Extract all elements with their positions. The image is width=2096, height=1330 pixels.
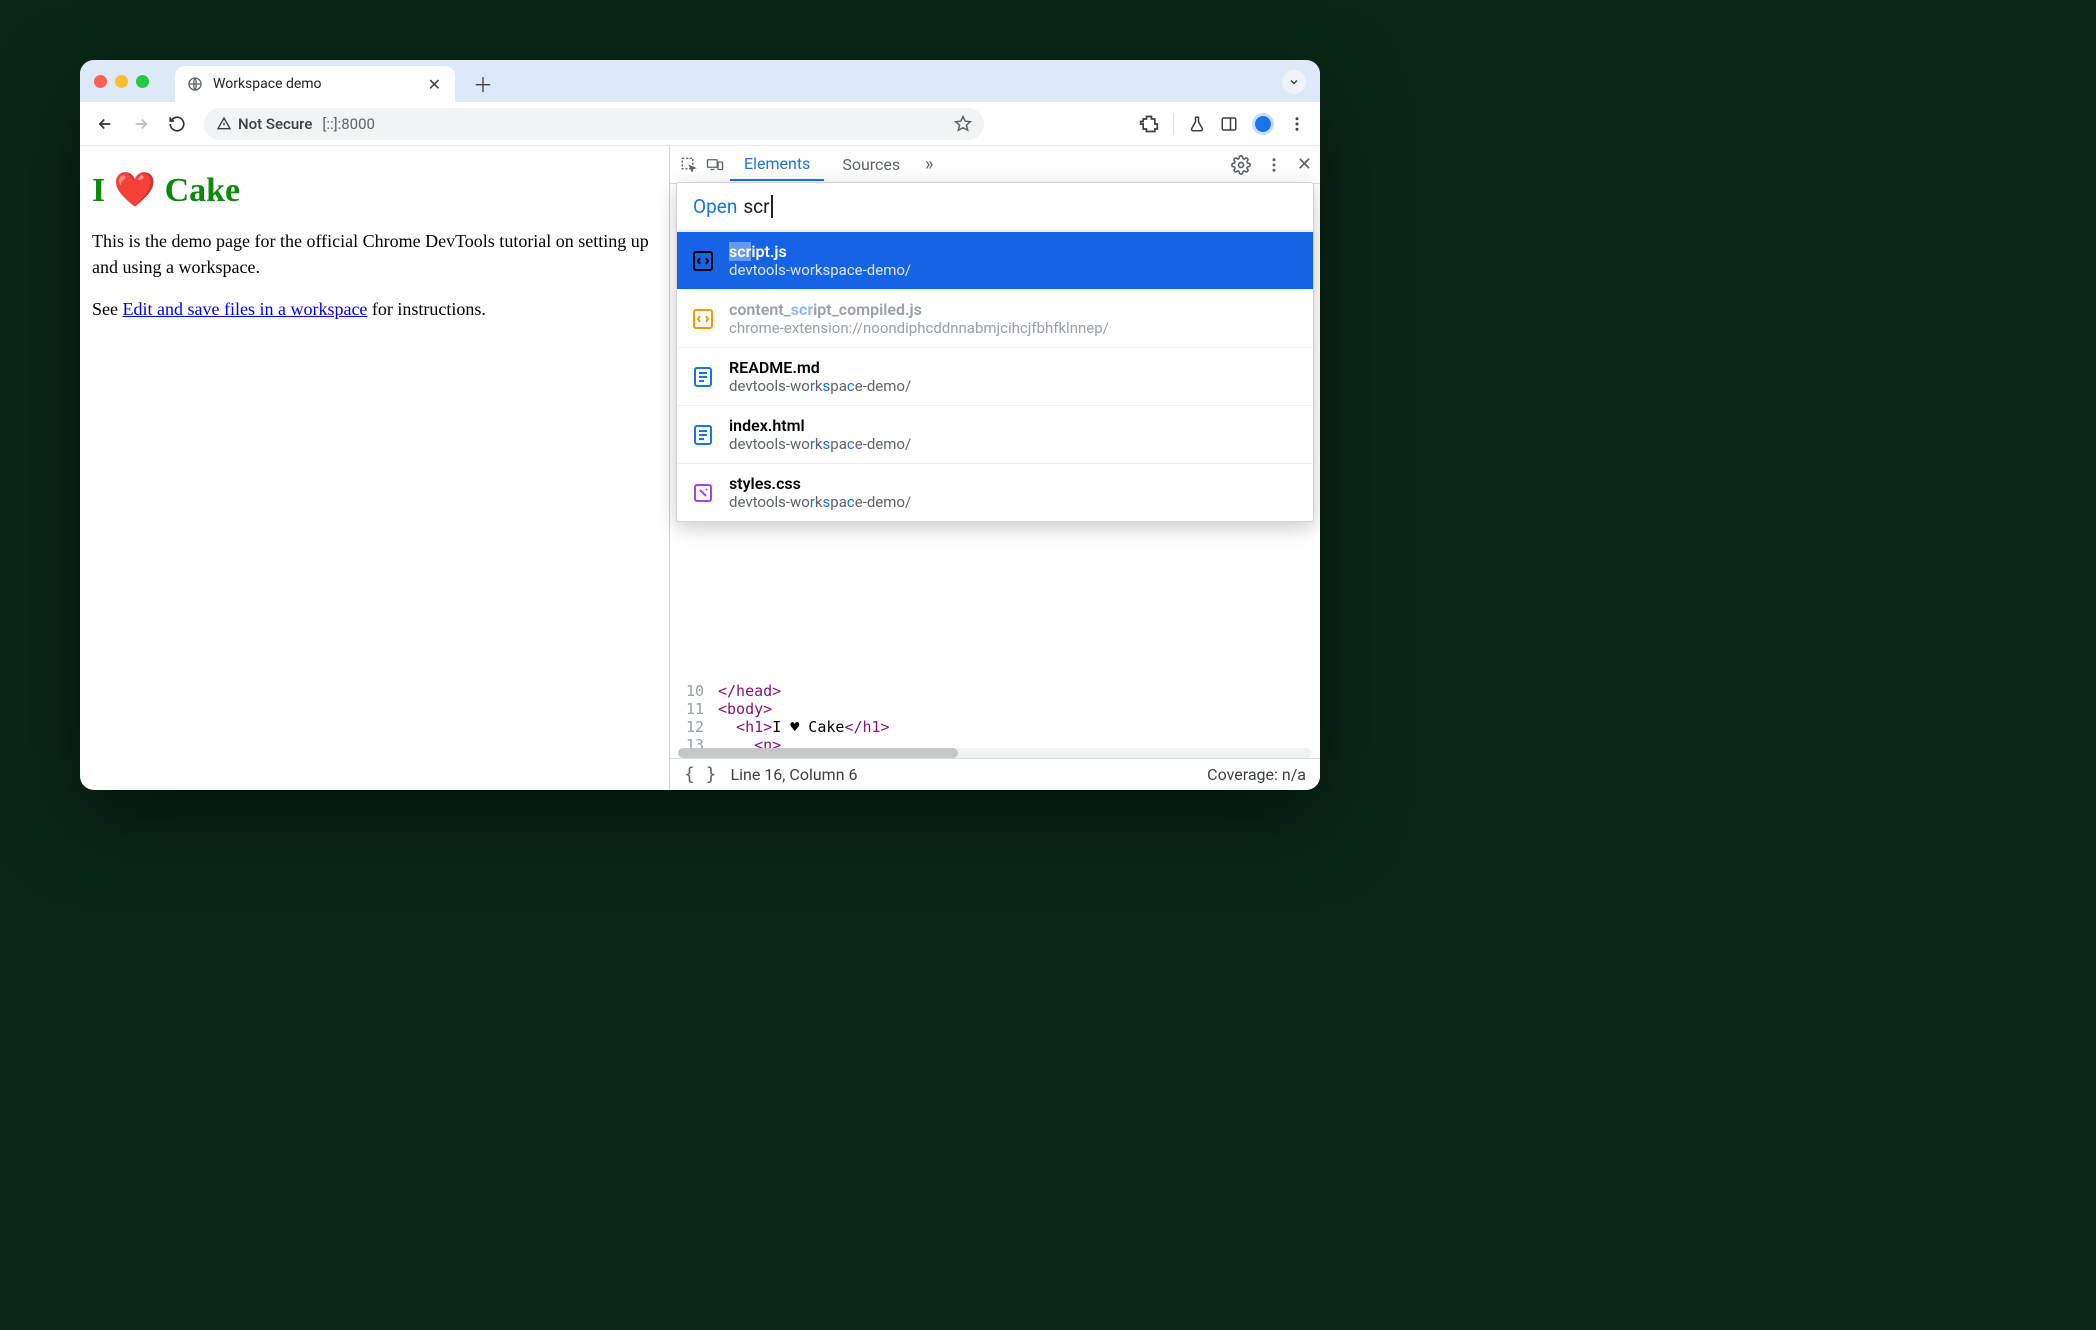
file-type-icon (691, 307, 715, 331)
tab-elements[interactable]: Elements (730, 148, 824, 181)
open-file-panel: Open scr script.jsdevtools-workspace-dem… (676, 182, 1314, 522)
open-result-item[interactable]: README.mddevtools-workspace-demo/ (677, 347, 1313, 405)
titlebar: Workspace demo ✕ ＋ (80, 60, 1320, 102)
security-text: Not Secure (238, 115, 312, 133)
devtools-statusbar: { } Line 16, Column 6 Coverage: n/a (670, 758, 1320, 790)
result-path: devtools-workspace-demo/ (729, 493, 911, 511)
new-tab-button[interactable]: ＋ (469, 69, 497, 97)
result-path: devtools-workspace-demo/ (729, 261, 911, 279)
page-viewport: I ❤️ Cake This is the demo page for the … (80, 146, 670, 790)
devtools-panel: Elements Sources » ✕ Open scr (670, 146, 1320, 790)
browser-tab[interactable]: Workspace demo ✕ (175, 66, 455, 102)
devtools-menu-icon[interactable] (1265, 156, 1283, 174)
url-text: [::]:8000 (322, 115, 375, 133)
devtools-close-icon[interactable]: ✕ (1297, 154, 1312, 175)
coverage-status: Coverage: n/a (1207, 765, 1306, 784)
file-type-icon (691, 249, 715, 273)
reload-button[interactable] (162, 109, 192, 139)
forward-button[interactable] (126, 109, 156, 139)
open-result-item[interactable]: styles.cssdevtools-workspace-demo/ (677, 463, 1313, 521)
page-heading: I ❤️ Cake (92, 170, 657, 210)
browser-window: Workspace demo ✕ ＋ Not Secure [::]:8000 (80, 60, 1320, 790)
source-editor[interactable]: 10</head> 11<body> 12 <h1>I ♥ Cake</h1> … (670, 678, 1320, 758)
back-button[interactable] (90, 109, 120, 139)
bookmark-star-icon[interactable] (954, 115, 972, 133)
content-area: I ❤️ Cake This is the demo page for the … (80, 146, 1320, 790)
inspect-icon[interactable] (678, 154, 700, 176)
open-result-item[interactable]: content_script_compiled.jschrome-extensi… (677, 289, 1313, 347)
maximize-window-button[interactable] (136, 75, 149, 88)
menu-dots-icon[interactable] (1288, 115, 1306, 133)
result-filename: styles.css (729, 474, 911, 493)
workspace-link[interactable]: Edit and save files in a workspace (123, 299, 368, 319)
file-type-icon (691, 423, 715, 447)
file-type-icon (691, 365, 715, 389)
tab-sources[interactable]: Sources (828, 149, 914, 180)
more-tabs-icon[interactable]: » (918, 154, 940, 176)
separator (1173, 113, 1174, 135)
side-panel-icon[interactable] (1220, 115, 1238, 133)
open-result-item[interactable]: index.htmldevtools-workspace-demo/ (677, 405, 1313, 463)
tab-overflow-button[interactable] (1282, 70, 1306, 94)
open-result-item[interactable]: script.jsdevtools-workspace-demo/ (677, 231, 1313, 289)
result-path: chrome-extension://noondiphcddnnabmjcihc… (729, 319, 1109, 337)
open-file-input[interactable]: Open scr (677, 183, 1313, 231)
traffic-lights (94, 75, 149, 88)
result-path: devtools-workspace-demo/ (729, 435, 911, 453)
settings-gear-icon[interactable] (1231, 155, 1251, 175)
devtools-tabs: Elements Sources » ✕ (670, 146, 1320, 184)
labs-icon[interactable] (1188, 115, 1206, 133)
open-results-list: script.jsdevtools-workspace-demo/ conten… (677, 231, 1313, 521)
horizontal-scrollbar[interactable] (678, 748, 1312, 758)
device-toggle-icon[interactable] (704, 154, 726, 176)
file-type-icon (691, 481, 715, 505)
globe-icon (187, 76, 203, 92)
open-query: scr (743, 195, 772, 218)
toolbar: Not Secure [::]:8000 (80, 102, 1320, 146)
extensions-icon[interactable] (1139, 114, 1159, 134)
result-filename: index.html (729, 416, 911, 435)
result-filename: README.md (729, 358, 911, 377)
result-filename: content_script_compiled.js (729, 300, 1109, 319)
result-filename: script.js (729, 242, 911, 261)
cursor-position: Line 16, Column 6 (731, 765, 858, 784)
minimize-window-button[interactable] (115, 75, 128, 88)
page-instructions: See Edit and save files in a workspace f… (92, 296, 657, 322)
pretty-print-icon[interactable]: { } (684, 764, 717, 785)
tab-close-icon[interactable]: ✕ (428, 75, 441, 94)
close-window-button[interactable] (94, 75, 107, 88)
security-badge[interactable]: Not Secure (216, 115, 312, 133)
page-paragraph: This is the demo page for the official C… (92, 228, 657, 280)
open-label: Open (693, 195, 737, 218)
tab-title: Workspace demo (213, 76, 418, 92)
address-bar[interactable]: Not Secure [::]:8000 (204, 108, 984, 140)
result-path: devtools-workspace-demo/ (729, 377, 911, 395)
profile-avatar[interactable] (1252, 113, 1274, 135)
